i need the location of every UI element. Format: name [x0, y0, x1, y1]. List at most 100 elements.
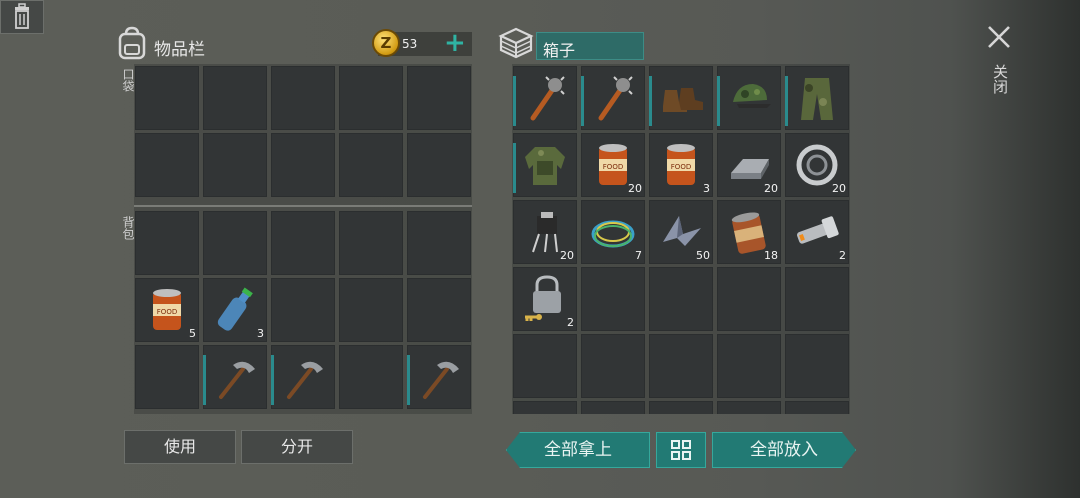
coin-icon: Z [372, 29, 400, 57]
empty-slot[interactable] [407, 66, 471, 130]
empty-slot[interactable] [339, 345, 403, 409]
empty-slot[interactable] [271, 278, 335, 342]
item-slot[interactable] [717, 66, 781, 130]
item-count: 50 [696, 249, 710, 262]
empty-slot[interactable] [785, 401, 849, 414]
empty-slot[interactable] [581, 267, 645, 331]
item-slot[interactable]: FOOD 20 [581, 133, 645, 197]
empty-slot[interactable] [649, 334, 713, 398]
item-count: 2 [567, 316, 574, 329]
backpack-label: 背包 [121, 216, 135, 240]
item-slot[interactable] [785, 66, 849, 130]
food-can-icon: FOOD [153, 289, 181, 330]
empty-slot[interactable] [271, 66, 335, 130]
padlock-key-icon [525, 275, 561, 321]
close-icon[interactable] [984, 22, 1014, 52]
empty-slot[interactable] [581, 401, 645, 414]
empty-slot[interactable] [785, 267, 849, 331]
put-all-button[interactable]: 全部放入 [712, 432, 856, 468]
item-slot[interactable]: 3 [203, 278, 267, 342]
sort-button[interactable] [656, 432, 706, 468]
split-button[interactable]: 分开 [241, 430, 353, 464]
item-slot[interactable] [271, 345, 335, 409]
empty-slot[interactable] [513, 334, 577, 398]
wire-coil-icon [591, 220, 635, 248]
empty-slot[interactable] [407, 278, 471, 342]
item-count: 18 [764, 249, 778, 262]
item-count: 20 [832, 182, 846, 195]
empty-slot[interactable] [407, 211, 471, 275]
food-can-icon: FOOD [667, 144, 695, 185]
inventory-title: 物品栏 [154, 40, 205, 60]
empty-slot[interactable] [649, 267, 713, 331]
camo-jacket-icon [525, 147, 565, 185]
item-slot[interactable]: 18 [717, 200, 781, 264]
item-slot[interactable]: FOOD 3 [649, 133, 713, 197]
inventory-header: 物品栏 Z 53 + [116, 26, 472, 66]
empty-slot[interactable] [135, 211, 199, 275]
pickaxe-icon [219, 361, 255, 399]
empty-slot[interactable] [135, 133, 199, 197]
item-slot[interactable]: FOOD 5 [135, 278, 199, 342]
item-slot[interactable]: 2 [785, 200, 849, 264]
item-slot[interactable] [513, 66, 577, 130]
empty-slot[interactable] [203, 211, 267, 275]
empty-slot[interactable] [339, 278, 403, 342]
trash-icon [15, 3, 29, 29]
item-slot[interactable]: 20 [785, 133, 849, 197]
box-header: 箱子 [498, 26, 658, 66]
item-count: 3 [257, 327, 264, 340]
empty-slot[interactable] [135, 66, 199, 130]
item-count: 7 [635, 249, 642, 262]
empty-slot[interactable] [203, 66, 267, 130]
spiked-club-icon [530, 76, 565, 121]
empty-slot[interactable] [785, 334, 849, 398]
section-divider [134, 205, 472, 207]
trash-button[interactable] [0, 0, 44, 34]
box-title: 箱子 [543, 41, 576, 60]
item-count: 20 [560, 249, 574, 262]
item-slot[interactable]: 20 [513, 200, 577, 264]
box-name-field[interactable]: 箱子 [536, 32, 644, 60]
svg-text:FOOD: FOOD [157, 308, 177, 316]
item-count: 20 [764, 182, 778, 195]
item-slot[interactable]: 50 [649, 200, 713, 264]
take-all-button[interactable]: 全部拿上 [506, 432, 650, 468]
empty-slot[interactable] [513, 401, 577, 414]
item-slot[interactable] [649, 66, 713, 130]
empty-slot[interactable] [339, 211, 403, 275]
empty-slot[interactable] [339, 133, 403, 197]
water-bottle-icon [217, 287, 253, 331]
empty-slot[interactable] [203, 133, 267, 197]
item-slot[interactable]: 7 [581, 200, 645, 264]
svg-text:FOOD: FOOD [671, 163, 691, 171]
item-slot[interactable] [203, 345, 267, 409]
empty-slot[interactable] [271, 211, 335, 275]
crate-icon [498, 27, 534, 59]
item-slot[interactable] [407, 345, 471, 409]
close-label: 关闭 [991, 64, 1009, 94]
item-count: 5 [189, 327, 196, 340]
item-count: 3 [703, 182, 710, 195]
svg-text:FOOD: FOOD [603, 163, 623, 171]
spiked-club-icon [598, 76, 633, 121]
item-slot[interactable]: 2 [513, 267, 577, 331]
empty-slot[interactable] [717, 401, 781, 414]
item-slot[interactable] [581, 66, 645, 130]
empty-slot[interactable] [581, 334, 645, 398]
empty-slot[interactable] [717, 334, 781, 398]
empty-slot[interactable] [717, 267, 781, 331]
empty-slot[interactable] [339, 66, 403, 130]
empty-slot[interactable] [135, 345, 199, 409]
use-button[interactable]: 使用 [124, 430, 236, 464]
item-slot[interactable] [513, 133, 577, 197]
pickaxe-icon [287, 361, 323, 399]
empty-slot[interactable] [407, 133, 471, 197]
inventory-grid: FOOD 5 3 [134, 64, 472, 414]
item-slot[interactable]: 20 [717, 133, 781, 197]
empty-slot[interactable] [649, 401, 713, 414]
item-count: 20 [628, 182, 642, 195]
camo-cap-icon [733, 84, 771, 108]
add-coins-button[interactable]: + [444, 28, 466, 58]
empty-slot[interactable] [271, 133, 335, 197]
